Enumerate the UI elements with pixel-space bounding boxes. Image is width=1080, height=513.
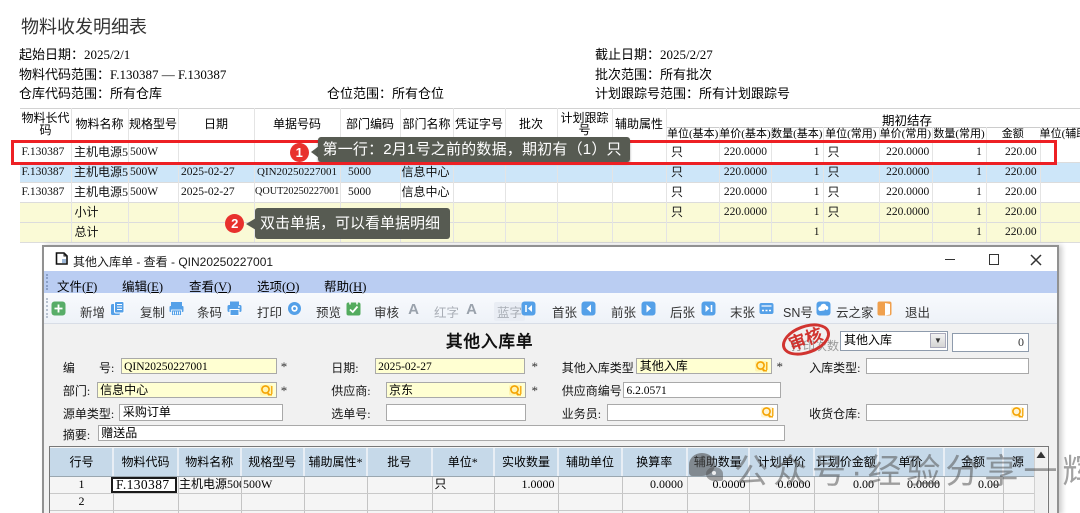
svg-text:A: A: [408, 301, 419, 316]
svg-text:A: A: [466, 301, 477, 316]
